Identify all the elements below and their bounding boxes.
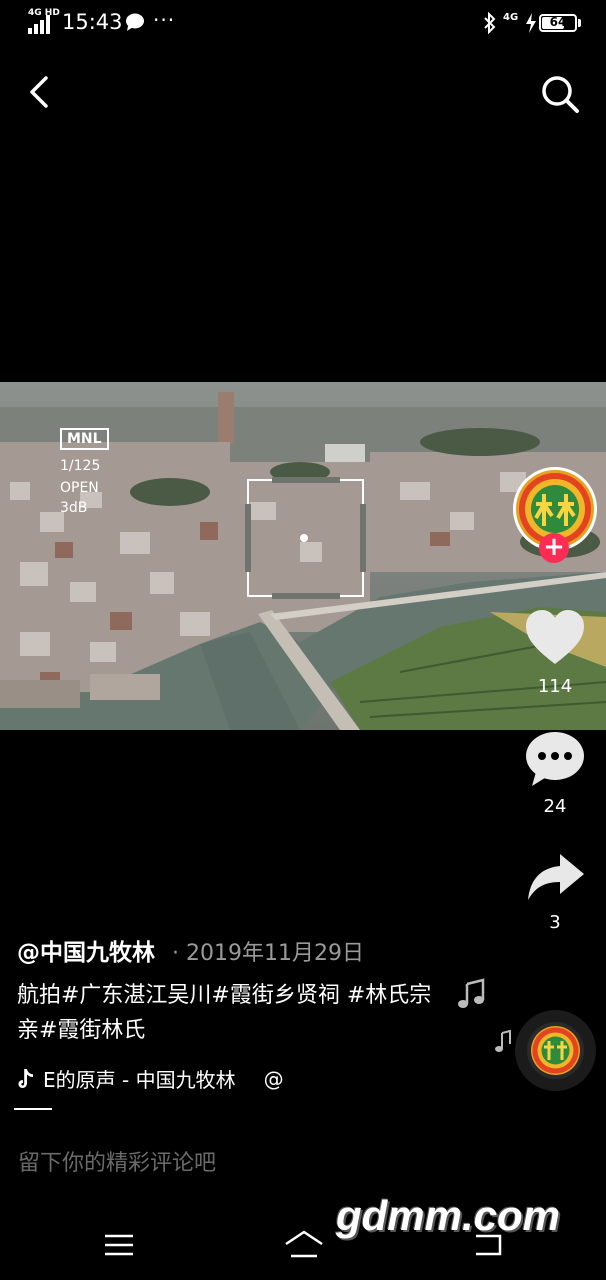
signal-icon (28, 15, 50, 34)
bluetooth-icon (484, 12, 496, 34)
comment-button[interactable]: 24 (520, 730, 590, 817)
battery-percent: 64 (549, 15, 567, 29)
more-notifications-icon: ··· (153, 8, 176, 32)
comment-input[interactable]: 留下你的精彩评论吧 (18, 1145, 488, 1181)
music-mention: @ (263, 1066, 284, 1091)
message-icon (126, 13, 144, 31)
battery-icon: 64 (539, 14, 577, 32)
hud-mode-label: MNL (60, 428, 109, 450)
music-disc-cover (531, 1026, 580, 1075)
hud-gain: 3dB (60, 500, 88, 516)
hud-aperture: OPEN (60, 480, 99, 496)
like-count: 114 (537, 676, 573, 697)
menu-icon[interactable] (103, 1232, 135, 1258)
heart-icon (526, 610, 584, 664)
author-name[interactable]: @中国九牧林 (17, 933, 155, 967)
data-network-label: 4G (503, 12, 519, 23)
comment-count: 24 (543, 796, 567, 817)
share-count: 3 (549, 912, 561, 933)
follow-button[interactable]: + (539, 533, 569, 563)
battery-tip (578, 19, 581, 27)
post-date: · 2019年11月29日 (172, 941, 364, 966)
hud-shutter: 1/125 (60, 458, 101, 474)
music-note-icon (458, 978, 485, 1008)
disc-logo-icon (532, 1027, 579, 1074)
comment-icon (526, 732, 584, 786)
music-disc[interactable] (515, 1010, 596, 1091)
home-icon[interactable] (283, 1228, 325, 1258)
watermark: gdmm.com (336, 1192, 561, 1239)
music-row[interactable]: E的原声 - 中国九牧林 @ (17, 1064, 284, 1093)
status-bar: 4G HD 15:43 ··· 4G 64 (0, 0, 606, 48)
tiktok-logo-icon (18, 1068, 33, 1088)
author-avatar-group: + (513, 467, 597, 563)
video-caption[interactable]: 航拍#广东湛江吴川#霞街乡贤祠 #林氏宗亲#霞街林氏 (17, 978, 437, 1048)
search-icon[interactable] (538, 72, 582, 116)
share-button[interactable]: 3 (520, 852, 590, 933)
floating-note-icon (495, 1030, 511, 1052)
clock: 15:43 (62, 10, 123, 34)
charging-icon (526, 13, 536, 33)
music-progress-indicator (14, 1108, 52, 1110)
like-button[interactable]: 114 (520, 608, 590, 697)
share-icon (528, 854, 584, 900)
back-icon[interactable] (20, 70, 60, 114)
music-title: E的原声 - 中国九牧林 (43, 1068, 236, 1092)
return-icon[interactable] (470, 1230, 506, 1258)
